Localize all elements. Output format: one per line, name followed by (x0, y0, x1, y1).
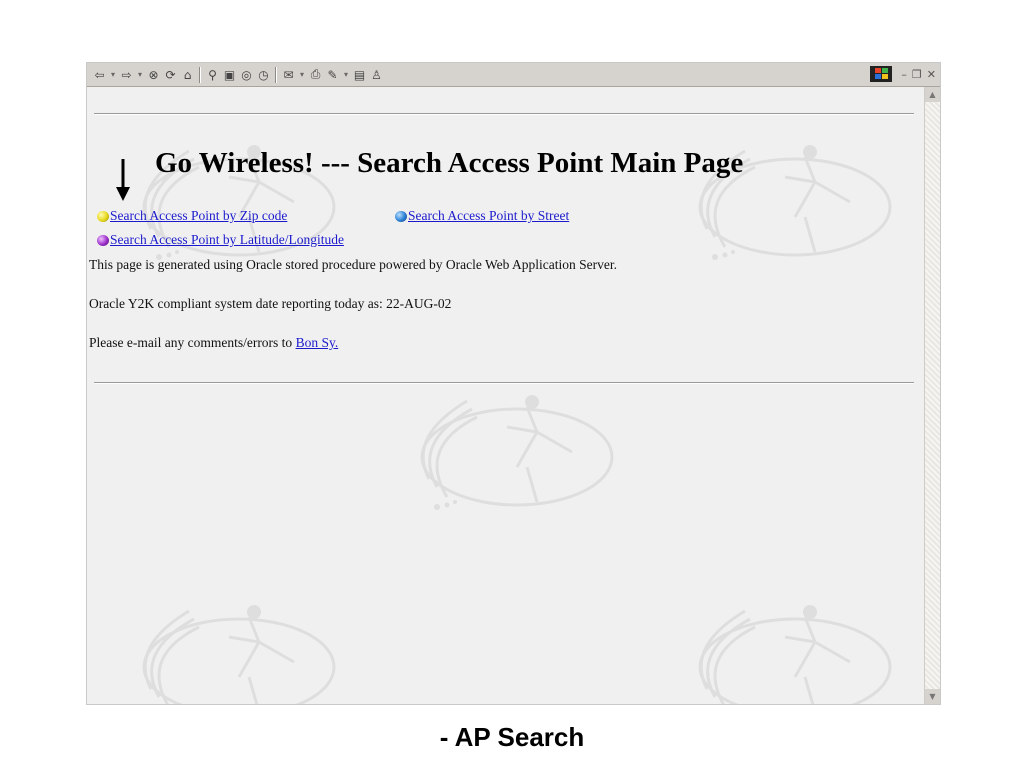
home-icon[interactable]: ⌂ (179, 66, 196, 84)
edit-icon[interactable]: ✎ (324, 66, 341, 84)
messenger-icon[interactable]: ♙ (368, 66, 385, 84)
minimize-icon[interactable]: – (901, 68, 907, 81)
email-prompt: Please e-mail any comments/errors to (89, 335, 293, 350)
close-icon[interactable]: ✕ (927, 68, 936, 81)
watermark-logo-icon (142, 605, 336, 704)
media-icon[interactable]: ◎ (238, 66, 255, 84)
yellow-bullet-icon (97, 210, 109, 222)
vertical-scrollbar[interactable]: ▲ ▼ (924, 87, 940, 704)
forward-icon[interactable]: ⇨ (118, 66, 135, 84)
window-controls: – ❐ ✕ (870, 66, 936, 82)
favorites-icon[interactable]: ▣ (221, 66, 238, 84)
top-divider (94, 113, 914, 115)
browser-toolbar: ⇦ ▾ ⇨ ▾ ⊗ ⟳ ⌂ ⚲ ▣ ◎ ◷ ✉ ▾ ⎙ ✎ ▾ ▤ ♙ – ❐ … (87, 63, 940, 87)
link-search-by-zip[interactable]: Search Access Point by Zip code (97, 208, 287, 224)
windows-logo-icon (870, 66, 893, 82)
toolbar-separator (275, 66, 277, 83)
purple-bullet-icon (97, 234, 109, 246)
scroll-up-icon[interactable]: ▲ (925, 87, 940, 102)
bottom-divider (94, 382, 914, 384)
link-search-by-street[interactable]: Search Access Point by Street (395, 208, 569, 224)
watermark-logo-icon (698, 605, 892, 704)
email-link[interactable]: Bon Sy. (296, 335, 339, 350)
scroll-down-icon[interactable]: ▼ (925, 689, 940, 704)
page-content: Go Wireless! --- Search Access Point Mai… (87, 87, 924, 704)
link-search-by-latlong[interactable]: Search Access Point by Latitude/Longitud… (97, 232, 344, 248)
mail-dropdown-icon[interactable]: ▾ (297, 66, 307, 84)
edit-dropdown-icon[interactable]: ▾ (341, 66, 351, 84)
stop-icon[interactable]: ⊗ (145, 66, 162, 84)
watermark-logo-icon (420, 395, 614, 510)
y2k-date-text: Oracle Y2K compliant system date reporti… (89, 296, 452, 311)
refresh-icon[interactable]: ⟳ (162, 66, 179, 84)
discuss-icon[interactable]: ▤ (351, 66, 368, 84)
page-title: Go Wireless! --- Search Access Point Mai… (155, 147, 744, 179)
history-icon[interactable]: ◷ (255, 66, 272, 84)
blue-bullet-icon (395, 210, 407, 222)
slide-caption: - AP Search (439, 722, 585, 752)
browser-window: ⇦ ▾ ⇨ ▾ ⊗ ⟳ ⌂ ⚲ ▣ ◎ ◷ ✉ ▾ ⎙ ✎ ▾ ▤ ♙ – ❐ … (86, 62, 941, 705)
forward-dropdown-icon[interactable]: ▾ (135, 66, 145, 84)
down-arrow-icon (116, 159, 130, 201)
search-icon[interactable]: ⚲ (204, 66, 221, 84)
back-dropdown-icon[interactable]: ▾ (108, 66, 118, 84)
toolbar-separator (199, 66, 201, 83)
restore-icon[interactable]: ❐ (912, 68, 922, 81)
back-icon[interactable]: ⇦ (91, 66, 108, 84)
generated-note: This page is generated using Oracle stor… (89, 257, 617, 272)
email-line: Please e-mail any comments/errors to Bon… (89, 335, 338, 351)
mail-icon[interactable]: ✉ (280, 66, 297, 84)
print-icon[interactable]: ⎙ (307, 66, 324, 84)
